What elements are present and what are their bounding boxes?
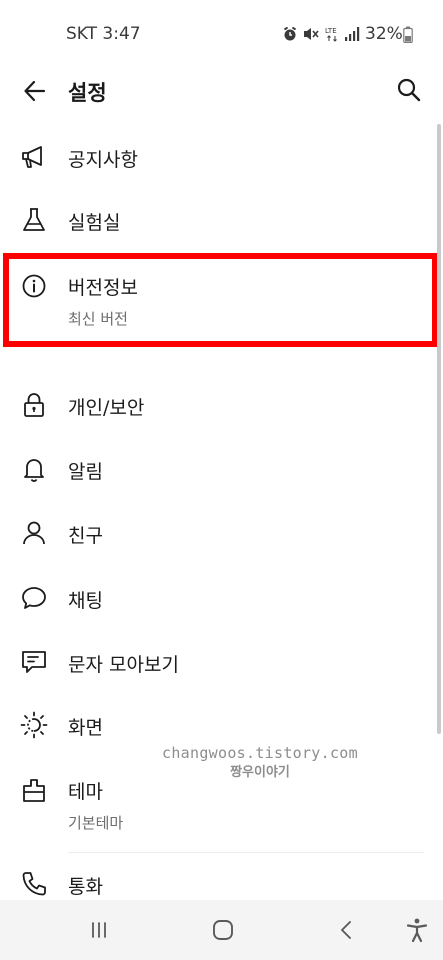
- menu-item-call[interactable]: 통화: [0, 853, 436, 900]
- menu-item-label: 화면: [68, 717, 103, 739]
- back-icon[interactable]: [333, 916, 361, 944]
- menu-item-label: 알림: [68, 461, 103, 483]
- lock-icon: [24, 393, 44, 417]
- menu-item-label: 테마: [68, 781, 103, 803]
- arrow-left-icon[interactable]: [22, 78, 48, 104]
- watermark-blog-name: 짱우이야기: [230, 765, 290, 780]
- menu-item-notice[interactable]: 공지사항: [0, 124, 436, 188]
- phone-icon: [22, 872, 46, 896]
- menu-item-label: 실험실: [68, 212, 121, 234]
- watermark: changwoos.tistory.com 짱우이야기: [130, 744, 390, 780]
- home-icon[interactable]: [209, 916, 237, 944]
- theme-icon: [23, 779, 45, 802]
- battery-percent: 32%: [365, 24, 403, 44]
- accessibility-icon[interactable]: [403, 916, 431, 944]
- status-icons: LTE: [282, 24, 362, 44]
- menu-item-notifications[interactable]: 알림: [0, 437, 436, 501]
- menu-item-label: 채팅: [68, 590, 103, 612]
- menu-item-label: 문자 모아보기: [68, 654, 179, 676]
- status-bar: SKT 3:47 LTE 32%: [0, 0, 443, 68]
- flask-icon: [23, 208, 45, 231]
- watermark-url: changwoos.tistory.com: [162, 744, 358, 762]
- signal-icon: [345, 27, 360, 41]
- page-title: 설정: [68, 81, 107, 105]
- menu-item-lab[interactable]: 실험실: [0, 188, 436, 252]
- mute-icon: [304, 28, 319, 40]
- menu-item-friends[interactable]: 친구: [0, 501, 436, 565]
- chat-bubble-icon: [22, 587, 46, 609]
- menu-item-label: 개인/보안: [68, 397, 145, 419]
- menu-item-sms[interactable]: 문자 모아보기: [0, 629, 436, 693]
- status-carrier-time: SKT 3:47: [66, 24, 141, 44]
- megaphone-icon: [22, 146, 42, 168]
- lte-icon: LTE: [325, 27, 337, 42]
- menu-item-label: 공지사항: [68, 149, 138, 171]
- bell-icon: [24, 459, 44, 482]
- system-nav-bar: [0, 900, 443, 960]
- menu-item-privacy[interactable]: 개인/보안: [0, 373, 436, 437]
- search-icon[interactable]: [396, 77, 422, 103]
- section-divider: [0, 347, 436, 371]
- svg-text:LTE: LTE: [325, 27, 337, 35]
- menu-item-sublabel: 기본테마: [68, 814, 124, 832]
- menu-item-chat[interactable]: 채팅: [0, 565, 436, 629]
- app-header: 설정: [0, 68, 443, 114]
- alarm-icon: [284, 26, 296, 41]
- brightness-icon: [20, 711, 48, 739]
- recent-apps-icon[interactable]: [85, 916, 113, 944]
- highlight-box: [3, 253, 438, 347]
- menu-item-label: 통화: [68, 876, 103, 898]
- message-icon: [22, 651, 46, 673]
- battery-icon: [403, 26, 413, 43]
- menu-item-label: 친구: [68, 525, 103, 547]
- scrollbar[interactable]: [437, 124, 441, 734]
- person-icon: [23, 521, 45, 545]
